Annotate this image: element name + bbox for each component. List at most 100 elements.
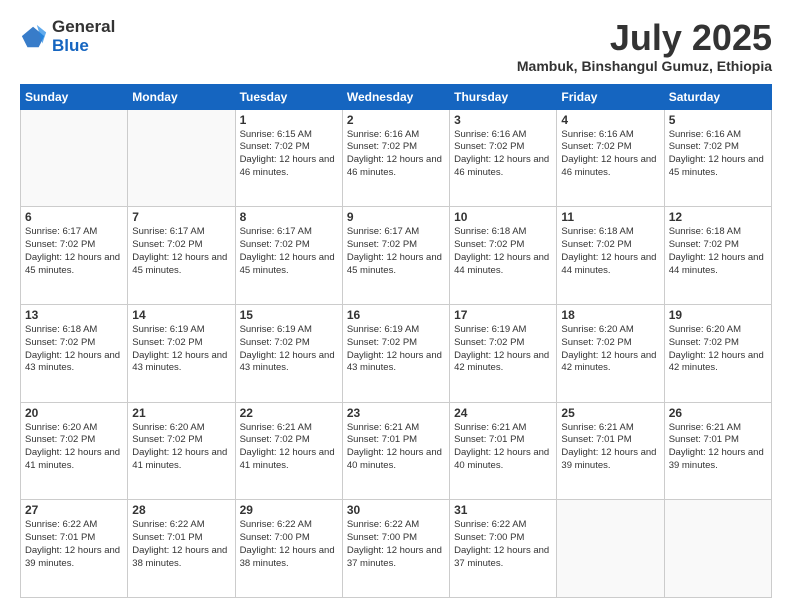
month-title: July 2025 [517,18,772,58]
day-cell: 31 Sunrise: 6:22 AM Sunset: 7:00 PM Dayli… [450,500,557,598]
day-number: 7 [132,210,230,224]
day-cell: 13Sunrise: 6:18 AM Sunset: 7:02 PM Dayli… [21,304,128,402]
day-number: 8 [240,210,338,224]
day-number: 9 [347,210,445,224]
day-cell: 23Sunrise: 6:21 AM Sunset: 7:01 PM Dayli… [342,402,449,500]
day-info: Sunrise: 6:17 AM Sunset: 7:02 PM Dayligh… [240,226,338,277]
col-friday: Friday [557,84,664,109]
day-cell: 28 Sunrise: 6:22 AM Sunset: 7:01 PM Dayli… [128,500,235,598]
calendar-header: Sunday Monday Tuesday Wednesday Thursday… [21,84,772,109]
page: General Blue July 2025 Mambuk, Binshangu… [0,0,792,612]
day-cell [664,500,771,598]
day-info: Sunrise: 6:18 AM Sunset: 7:02 PM Dayligh… [669,226,767,277]
day-cell: 11 Sunrise: 6:18 AM Sunset: 7:02 PM Dayli… [557,207,664,305]
day-cell: 29Sunrise: 6:22 AM Sunset: 7:00 PM Dayli… [235,500,342,598]
day-number: 31 [454,503,552,517]
day-number: 26 [669,406,767,420]
col-tuesday: Tuesday [235,84,342,109]
day-number: 23 [347,406,445,420]
day-info: Sunrise: 6:19 AM Sunset: 7:02 PM Dayligh… [347,324,445,375]
day-info: Sunrise: 6:22 AM Sunset: 7:00 PM Dayligh… [454,519,552,570]
day-info: Sunrise: 6:22 AM Sunset: 7:00 PM Dayligh… [347,519,445,570]
day-number: 5 [669,113,767,127]
day-info: Sunrise: 6:16 AM Sunset: 7:02 PM Dayligh… [347,129,445,180]
day-cell: 8 Sunrise: 6:17 AM Sunset: 7:02 PM Daylig… [235,207,342,305]
day-info: Sunrise: 6:15 AM Sunset: 7:02 PM Dayligh… [240,129,338,180]
week-row-0: 1Sunrise: 6:15 AM Sunset: 7:02 PM Daylig… [21,109,772,207]
day-info: Sunrise: 6:17 AM Sunset: 7:02 PM Dayligh… [347,226,445,277]
day-info: Sunrise: 6:18 AM Sunset: 7:02 PM Dayligh… [561,226,659,277]
day-info: Sunrise: 6:21 AM Sunset: 7:01 PM Dayligh… [669,422,767,473]
title-block: July 2025 Mambuk, Binshangul Gumuz, Ethi… [517,18,772,74]
day-cell: 4 Sunrise: 6:16 AM Sunset: 7:02 PM Daylig… [557,109,664,207]
location-subtitle: Mambuk, Binshangul Gumuz, Ethiopia [517,58,772,74]
day-cell: 17 Sunrise: 6:19 AM Sunset: 7:02 PM Dayli… [450,304,557,402]
day-cell [557,500,664,598]
day-info: Sunrise: 6:16 AM Sunset: 7:02 PM Dayligh… [669,129,767,180]
day-info: Sunrise: 6:19 AM Sunset: 7:02 PM Dayligh… [132,324,230,375]
col-wednesday: Wednesday [342,84,449,109]
col-thursday: Thursday [450,84,557,109]
day-info: Sunrise: 6:20 AM Sunset: 7:02 PM Dayligh… [561,324,659,375]
day-cell: 20Sunrise: 6:20 AM Sunset: 7:02 PM Dayli… [21,402,128,500]
day-number: 2 [347,113,445,127]
day-cell [128,109,235,207]
day-cell: 24 Sunrise: 6:21 AM Sunset: 7:01 PM Dayli… [450,402,557,500]
day-number: 6 [25,210,123,224]
day-number: 3 [454,113,552,127]
header-row: Sunday Monday Tuesday Wednesday Thursday… [21,84,772,109]
day-cell: 6Sunrise: 6:17 AM Sunset: 7:02 PM Daylig… [21,207,128,305]
day-cell: 15 Sunrise: 6:19 AM Sunset: 7:02 PM Dayli… [235,304,342,402]
day-number: 28 [132,503,230,517]
day-info: Sunrise: 6:19 AM Sunset: 7:02 PM Dayligh… [454,324,552,375]
day-info: Sunrise: 6:22 AM Sunset: 7:01 PM Dayligh… [132,519,230,570]
day-cell [21,109,128,207]
header: General Blue July 2025 Mambuk, Binshangu… [20,18,772,74]
day-info: Sunrise: 6:20 AM Sunset: 7:02 PM Dayligh… [132,422,230,473]
col-saturday: Saturday [664,84,771,109]
day-cell: 9 Sunrise: 6:17 AM Sunset: 7:02 PM Daylig… [342,207,449,305]
day-number: 12 [669,210,767,224]
day-cell: 12 Sunrise: 6:18 AM Sunset: 7:02 PM Dayli… [664,207,771,305]
calendar-table: Sunday Monday Tuesday Wednesday Thursday… [20,84,772,598]
day-info: Sunrise: 6:21 AM Sunset: 7:01 PM Dayligh… [561,422,659,473]
day-number: 16 [347,308,445,322]
day-info: Sunrise: 6:16 AM Sunset: 7:02 PM Dayligh… [561,129,659,180]
day-info: Sunrise: 6:20 AM Sunset: 7:02 PM Dayligh… [25,422,123,473]
day-number: 4 [561,113,659,127]
day-number: 25 [561,406,659,420]
day-cell: 16 Sunrise: 6:19 AM Sunset: 7:02 PM Dayli… [342,304,449,402]
day-number: 17 [454,308,552,322]
day-number: 24 [454,406,552,420]
day-cell: 3Sunrise: 6:16 AM Sunset: 7:02 PM Daylig… [450,109,557,207]
day-cell: 26 Sunrise: 6:21 AM Sunset: 7:01 PM Dayli… [664,402,771,500]
day-cell: 10Sunrise: 6:18 AM Sunset: 7:02 PM Dayli… [450,207,557,305]
day-cell: 1Sunrise: 6:15 AM Sunset: 7:02 PM Daylig… [235,109,342,207]
day-info: Sunrise: 6:21 AM Sunset: 7:01 PM Dayligh… [454,422,552,473]
day-number: 29 [240,503,338,517]
day-number: 10 [454,210,552,224]
day-number: 30 [347,503,445,517]
day-number: 11 [561,210,659,224]
week-row-3: 20Sunrise: 6:20 AM Sunset: 7:02 PM Dayli… [21,402,772,500]
col-monday: Monday [128,84,235,109]
logo-text: General Blue [52,18,115,55]
day-cell: 21 Sunrise: 6:20 AM Sunset: 7:02 PM Dayli… [128,402,235,500]
day-info: Sunrise: 6:17 AM Sunset: 7:02 PM Dayligh… [132,226,230,277]
week-row-2: 13Sunrise: 6:18 AM Sunset: 7:02 PM Dayli… [21,304,772,402]
day-cell: 2 Sunrise: 6:16 AM Sunset: 7:02 PM Daylig… [342,109,449,207]
logo: General Blue [20,18,115,55]
day-cell: 22Sunrise: 6:21 AM Sunset: 7:02 PM Dayli… [235,402,342,500]
day-number: 19 [669,308,767,322]
logo-blue-text: Blue [52,37,115,56]
week-row-4: 27Sunrise: 6:22 AM Sunset: 7:01 PM Dayli… [21,500,772,598]
day-cell: 25 Sunrise: 6:21 AM Sunset: 7:01 PM Dayli… [557,402,664,500]
day-cell: 7 Sunrise: 6:17 AM Sunset: 7:02 PM Daylig… [128,207,235,305]
day-cell: 19Sunrise: 6:20 AM Sunset: 7:02 PM Dayli… [664,304,771,402]
day-info: Sunrise: 6:19 AM Sunset: 7:02 PM Dayligh… [240,324,338,375]
day-number: 15 [240,308,338,322]
day-info: Sunrise: 6:21 AM Sunset: 7:02 PM Dayligh… [240,422,338,473]
col-sunday: Sunday [21,84,128,109]
day-number: 21 [132,406,230,420]
day-cell: 30 Sunrise: 6:22 AM Sunset: 7:00 PM Dayli… [342,500,449,598]
